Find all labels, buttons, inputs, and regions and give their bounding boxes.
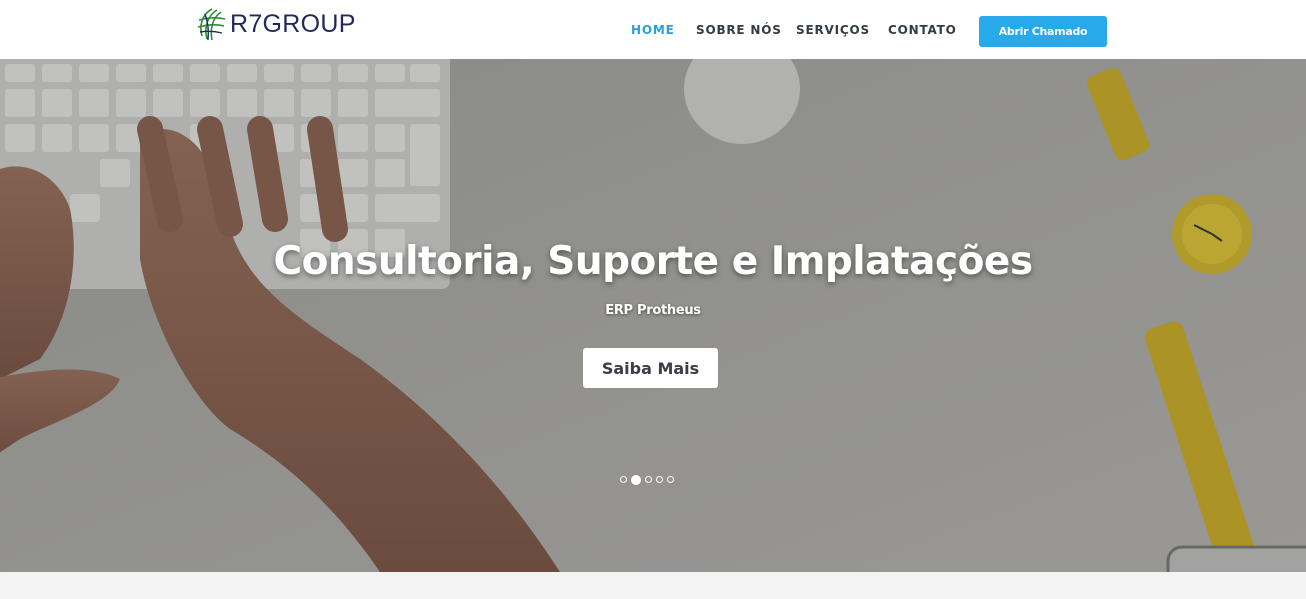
learn-more-button[interactable]: Saiba Mais <box>583 348 718 388</box>
main-nav: HOME SOBRE NÓS SERVIÇOS CONTATO <box>0 0 1306 59</box>
slide-dot-2[interactable] <box>631 474 641 485</box>
hero-title: Consultoria, Suporte e Implatações <box>273 239 1033 284</box>
slide-dot-4[interactable] <box>656 476 663 483</box>
next-section <box>0 572 1306 599</box>
hero-slider: Consultoria, Suporte e Implatações ERP P… <box>0 59 1306 572</box>
slide-dot-1[interactable] <box>620 476 627 483</box>
nav-home[interactable]: HOME <box>631 23 675 37</box>
slider-pagination <box>620 474 674 485</box>
nav-sobre-nos[interactable]: SOBRE NÓS <box>696 23 782 37</box>
open-ticket-button[interactable]: Abrir Chamado <box>979 16 1107 47</box>
slide-dot-3[interactable] <box>645 476 652 483</box>
slide-dot-5[interactable] <box>667 476 674 483</box>
nav-servicos[interactable]: SERVIÇOS <box>796 23 870 37</box>
hero-subtitle: ERP Protheus <box>605 303 701 318</box>
site-header: R7GROUP HOME SOBRE NÓS SERVIÇOS CONTATO … <box>0 0 1306 59</box>
nav-contato[interactable]: CONTATO <box>888 23 957 37</box>
